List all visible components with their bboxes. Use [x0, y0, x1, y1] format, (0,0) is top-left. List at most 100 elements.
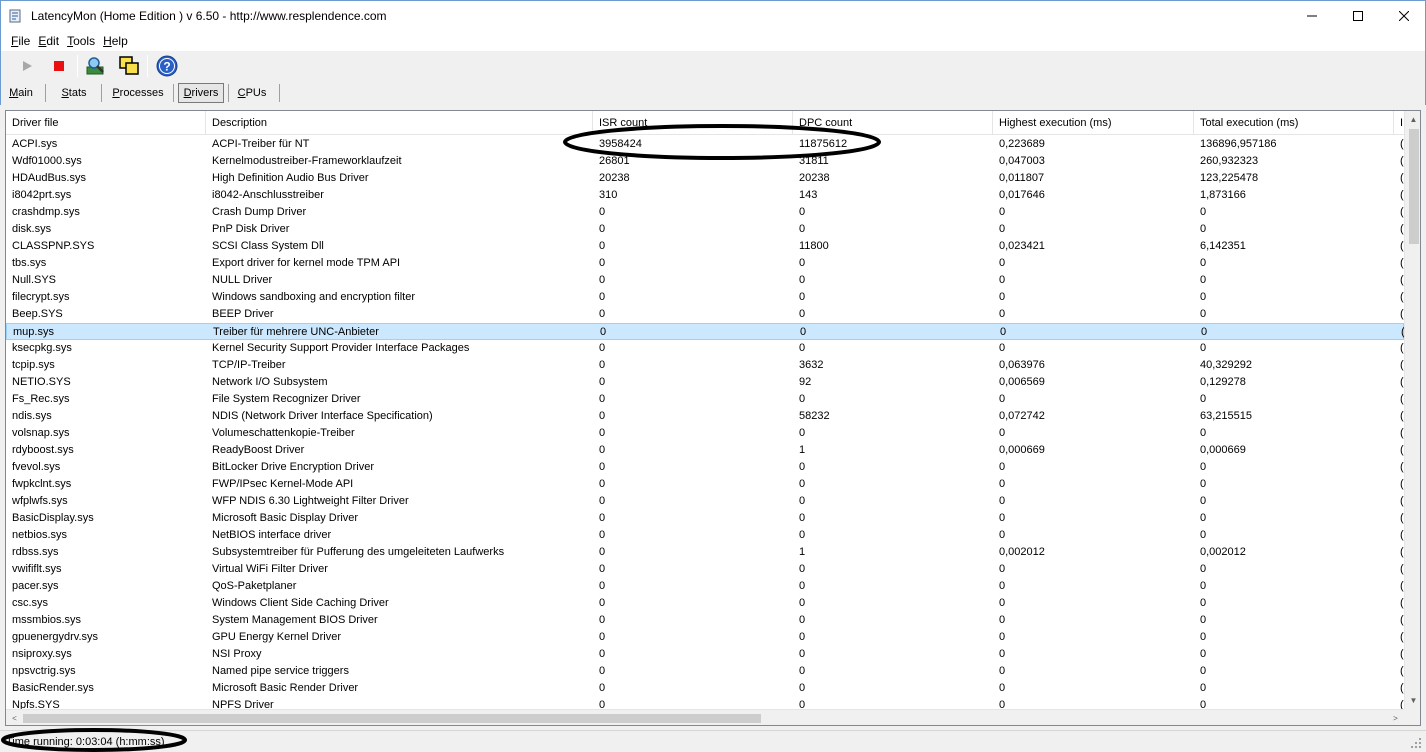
- table-row[interactable]: Null.SYS NULL Driver 0 0 0 0(: [6, 272, 1404, 289]
- table-row[interactable]: fvevol.sys BitLocker Drive Encryption Dri…: [6, 459, 1404, 476]
- cell-dpc-count: 0: [799, 495, 806, 507]
- cell-isr-count: 0: [600, 326, 607, 338]
- table-row[interactable]: i8042prt.sys i8042-Anschlusstreiber 310 143…: [6, 187, 1404, 204]
- table-row[interactable]: crashdmp.sys Crash Dump Driver 0 0 0 0(: [6, 204, 1404, 221]
- stop-button[interactable]: [47, 54, 71, 78]
- cell-total-execution: 0: [1200, 580, 1207, 592]
- table-row[interactable]: nsiproxy.sys NSI Proxy 0 0 0 0(: [6, 646, 1404, 663]
- cell-driver-file: i8042prt.sys: [12, 189, 72, 201]
- scroll-left-icon[interactable]: <: [6, 710, 23, 725]
- scroll-down-icon[interactable]: ▼: [1405, 692, 1420, 709]
- cell-highest-execution: 0: [999, 512, 1006, 524]
- tab-bar: Main Stats Processes Drivers C PUs: [0, 81, 1426, 105]
- table-row[interactable]: ACPI.sys ACPI-Treiber für NT 3958424 118756…: [6, 136, 1404, 153]
- maximize-button[interactable]: [1335, 1, 1381, 31]
- table-row[interactable]: pacer.sys QoS-Paketplaner 0 0 0 0(: [6, 578, 1404, 595]
- cell-dpc-count: 0: [799, 665, 806, 677]
- table-row[interactable]: filecrypt.sys Windows sandboxing and encr…: [6, 289, 1404, 306]
- cell-dpc-count: 20238: [799, 172, 830, 184]
- table-row[interactable]: mup.sys Treiber für mehrere UNC-Anbieter 0…: [6, 323, 1405, 340]
- scroll-right-icon[interactable]: >: [1387, 710, 1404, 725]
- table-row[interactable]: fwpkclnt.sys FWP/IPsec Kernel-Mode API 0 0 0…: [6, 476, 1404, 493]
- resize-grip-icon[interactable]: [1410, 737, 1422, 749]
- close-icon: [1399, 11, 1409, 21]
- horizontal-scroll-thumb[interactable]: [23, 714, 761, 723]
- column-header-driver-file[interactable]: Driver file: [6, 111, 206, 135]
- table-row[interactable]: rdbss.sys Subsystemtreiber für Pufferung …: [6, 544, 1404, 561]
- tab-main[interactable]: Main: [5, 83, 37, 103]
- start-button[interactable]: [15, 54, 39, 78]
- windows-button[interactable]: [117, 54, 141, 78]
- tab-cpus[interactable]: C PUs: [233, 83, 271, 103]
- table-row[interactable]: NETIO.SYS Network I/O Subsystem 0 92 0,00656…: [6, 374, 1404, 391]
- table-row[interactable]: BasicRender.sys Microsoft Basic Render Dr…: [6, 680, 1404, 697]
- column-header-description[interactable]: Description: [206, 111, 593, 135]
- cell-total-execution: 0,002012: [1200, 546, 1246, 558]
- cell-dpc-count: 58232: [799, 410, 830, 422]
- table-row[interactable]: volsnap.sys Volumeschattenkopie-Treiber 0 0…: [6, 425, 1404, 442]
- scrollbar-corner: [1404, 709, 1420, 725]
- cell-total-execution: 0,000669: [1200, 444, 1246, 456]
- table-row[interactable]: mssmbios.sys System Management BIOS Drive…: [6, 612, 1404, 629]
- column-header-highest-execution[interactable]: Highest execution (ms): [993, 111, 1194, 135]
- horizontal-scrollbar[interactable]: < >: [6, 709, 1404, 725]
- table-row[interactable]: rdyboost.sys ReadyBoost Driver 0 1 0,000669 0…: [6, 442, 1404, 459]
- tab-drivers[interactable]: Drivers: [178, 83, 224, 103]
- table-row[interactable]: npsvctrig.sys Named pipe service triggers…: [6, 663, 1404, 680]
- menu-tools[interactable]: Tools: [63, 34, 99, 48]
- table-row[interactable]: netbios.sys NetBIOS interface driver 0 0 0 0(: [6, 527, 1404, 544]
- toolbar-separator: [147, 55, 148, 77]
- cell-total-execution: 0: [1200, 478, 1207, 490]
- vertical-scrollbar[interactable]: ▲ ▼: [1404, 111, 1420, 709]
- table-row[interactable]: BasicDisplay.sys Microsoft Basic Display …: [6, 510, 1404, 527]
- tab-processes[interactable]: Processes: [107, 83, 169, 103]
- table-row[interactable]: Fs_Rec.sys File System Recognizer Driver 0…: [6, 391, 1404, 408]
- cell-isr-count: 0: [599, 682, 606, 694]
- menu-help[interactable]: Help: [99, 34, 132, 48]
- cell-total-execution: 0: [1200, 342, 1207, 354]
- cell-isr-count: 0: [599, 665, 606, 677]
- scroll-up-icon[interactable]: ▲: [1405, 111, 1420, 128]
- table-row[interactable]: tcpip.sys TCP/IP-Treiber 0 3632 0,063976 40,3…: [6, 357, 1404, 374]
- cell-dpc-count: 92: [799, 376, 812, 388]
- table-row[interactable]: ndis.sys NDIS (Network Driver Interface S…: [6, 408, 1404, 425]
- table-row[interactable]: wfplwfs.sys WFP NDIS 6.30 Lightweight Fil…: [6, 493, 1404, 510]
- cell-isr-count: 0: [599, 410, 606, 422]
- vertical-scroll-thumb[interactable]: [1409, 129, 1419, 244]
- cell-dpc-count: 0: [799, 427, 806, 439]
- close-button[interactable]: [1381, 1, 1426, 31]
- cell-total-execution: 0: [1200, 529, 1207, 541]
- column-header-isr-count[interactable]: ISR count: [593, 111, 793, 135]
- cell-highest-execution: 0: [999, 274, 1006, 286]
- table-row[interactable]: vwififlt.sys Virtual WiFi Filter Driver 0 0…: [6, 561, 1404, 578]
- table-row[interactable]: gpuenergydrv.sys GPU Energy Kernel Driver…: [6, 629, 1404, 646]
- cell-highest-execution: 0: [999, 563, 1006, 575]
- tab-stats[interactable]: Stats: [55, 83, 93, 103]
- cell-driver-file: netbios.sys: [12, 529, 68, 541]
- table-row[interactable]: disk.sys PnP Disk Driver 0 0 0 0(: [6, 221, 1404, 238]
- help-button[interactable]: ?: [155, 54, 179, 78]
- menu-edit[interactable]: Edit: [34, 34, 63, 48]
- table-row[interactable]: ksecpkg.sys Kernel Security Support Provi…: [6, 340, 1404, 357]
- cell-total-execution: 0: [1200, 257, 1207, 269]
- cell-dpc-count: 0: [799, 274, 806, 286]
- cell-isr-count: 3958424: [599, 138, 642, 150]
- cell-isr-count: 0: [599, 648, 606, 660]
- column-header-total-execution[interactable]: Total execution (ms): [1194, 111, 1394, 135]
- cell-total-execution: 0: [1200, 223, 1207, 235]
- cell-total-execution: 123,225478: [1200, 172, 1259, 184]
- column-header-dpc-count[interactable]: DPC count: [793, 111, 993, 135]
- table-row[interactable]: Wdf01000.sys Kernelmodustreiber-Framework…: [6, 153, 1404, 170]
- menu-file[interactable]: File: [7, 34, 34, 48]
- table-row[interactable]: Beep.SYS BEEP Driver 0 0 0 0(: [6, 306, 1404, 323]
- table-row[interactable]: tbs.sys Export driver for kernel mode TPM…: [6, 255, 1404, 272]
- table-row[interactable]: HDAudBus.sys High Definition Audio Bus Dr…: [6, 170, 1404, 187]
- table-row[interactable]: CLASSPNP.SYS SCSI Class System Dll 0 11800 0…: [6, 238, 1404, 255]
- cell-highest-execution: 0: [999, 648, 1006, 660]
- analyze-button[interactable]: [84, 54, 108, 78]
- cell-dpc-count: 0: [799, 614, 806, 626]
- minimize-button[interactable]: [1289, 1, 1335, 31]
- table-row[interactable]: csc.sys Windows Client Side Caching Drive…: [6, 595, 1404, 612]
- cell-isr-count: 0: [599, 597, 606, 609]
- drivers-list-view[interactable]: Driver file Description ISR count DPC co…: [5, 110, 1421, 726]
